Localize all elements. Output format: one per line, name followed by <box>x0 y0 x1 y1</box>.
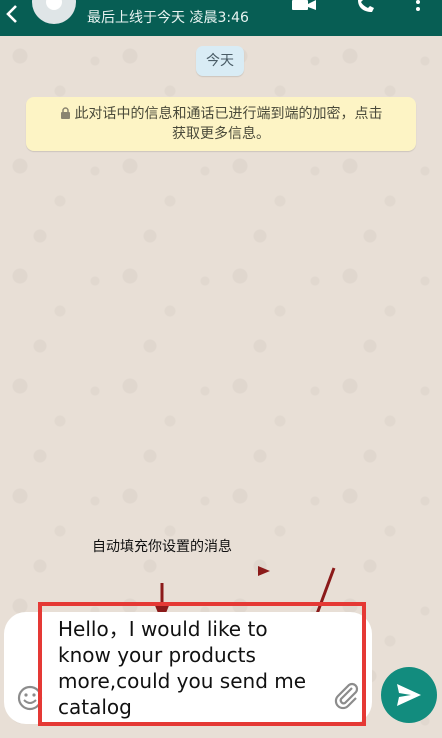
voice-call-icon[interactable] <box>354 0 378 16</box>
back-arrow-icon[interactable] <box>2 2 24 26</box>
chat-header: 最后上线于今天 凌晨3:46 <box>0 0 442 36</box>
lock-icon <box>60 107 70 119</box>
more-options-icon[interactable] <box>406 0 430 16</box>
last-seen-status[interactable]: 最后上线于今天 凌晨3:46 <box>87 7 249 27</box>
annotation-highlight-box <box>38 602 366 726</box>
annotation-label: 自动填充你设置的消息 <box>92 539 232 555</box>
encryption-notice-more: 获取更多信息。 <box>172 126 270 142</box>
video-call-icon[interactable] <box>292 0 316 16</box>
date-chip: 今天 <box>196 46 244 76</box>
encryption-notice[interactable]: 此对话中的信息和通话已进行端到端的加密，点击 获取更多信息。 <box>26 97 416 151</box>
avatar[interactable] <box>32 0 76 24</box>
send-button[interactable] <box>381 667 437 723</box>
encryption-notice-text: 此对话中的信息和通话已进行端到端的加密，点击 <box>74 106 383 122</box>
send-icon <box>397 684 421 706</box>
annotation-small-arrow-icon <box>258 566 270 576</box>
